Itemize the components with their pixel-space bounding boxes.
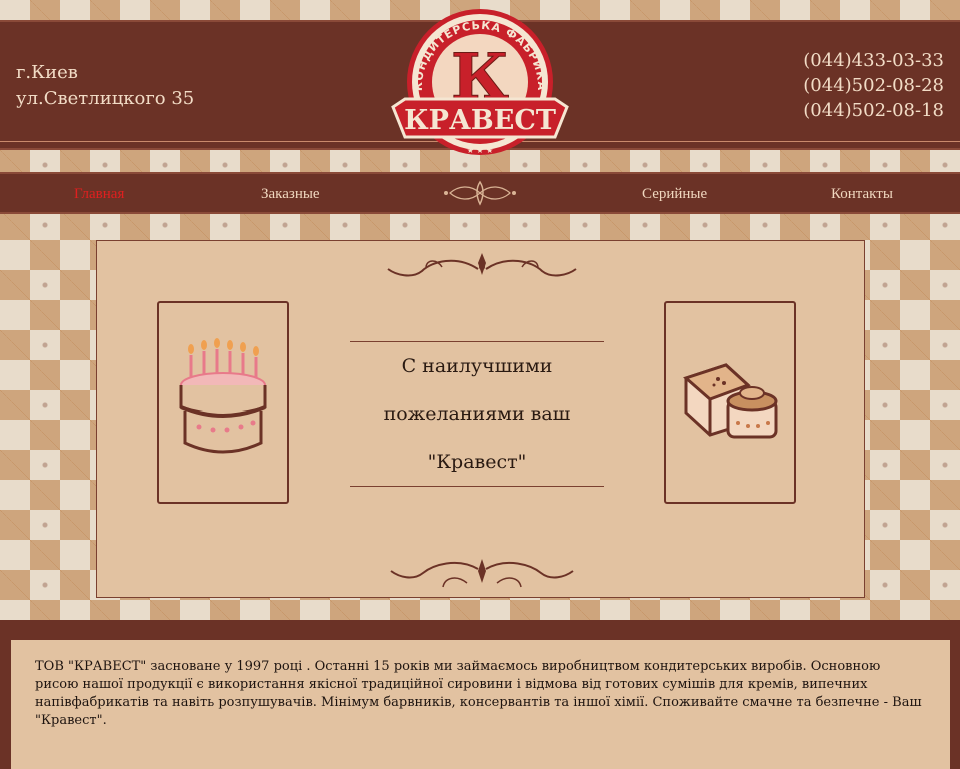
pastry-cake-icon <box>683 363 778 439</box>
ornament-top-icon <box>387 253 577 277</box>
nav-item-serial[interactable]: Серийные <box>642 186 707 203</box>
ornament-bottom-icon <box>390 559 574 588</box>
phone-number[interactable]: (044)502-08-18 <box>803 98 944 123</box>
address-block: г.Киев ул.Светлицкого 35 <box>16 60 194 112</box>
address-city: г.Киев <box>16 62 78 83</box>
ornament-icon <box>444 180 516 206</box>
phone-number[interactable]: (044)502-08-28 <box>803 73 944 98</box>
greeting-line: "Кравест" <box>427 451 527 473</box>
phone-list: (044)433-03-33 (044)502-08-28 (044)502-0… <box>803 48 944 123</box>
logo-brand-text: КРАВЕСТ <box>404 105 556 136</box>
greeting-message: С наилучшими пожеланиями ваш "Кравест" <box>350 341 604 487</box>
main-panel: С наилучшими пожеланиями ваш "Кравест" <box>96 240 865 598</box>
footer-about: ТОВ "КРАВЕСТ" засноване у 1997 році . Ос… <box>11 640 950 769</box>
cake-frame <box>157 301 289 504</box>
about-text: ТОВ "КРАВЕСТ" засноване у 1997 році . Ос… <box>35 659 922 728</box>
nav-item-home[interactable]: Главная <box>74 186 124 203</box>
phone-number[interactable]: (044)433-03-33 <box>803 48 944 73</box>
brand-logo[interactable]: КОНДИТЕРСЬКА ФАБРИКА К КРАВЕСТ ★ ★ ★ <box>385 7 575 162</box>
logo-emblem-icon: КОНДИТЕРСЬКА ФАБРИКА К КРАВЕСТ ★ ★ ★ <box>391 9 569 155</box>
main-nav: Главная Заказные Серийные Контакты <box>0 172 960 214</box>
greeting-line: пожеланиями ваш <box>383 403 571 425</box>
nav-item-contacts[interactable]: Контакты <box>831 186 893 203</box>
pastry-frame <box>664 301 796 504</box>
birthday-cake-icon <box>179 338 267 454</box>
address-street: ул.Светлицкого 35 <box>16 88 195 109</box>
nav-item-custom[interactable]: Заказные <box>261 186 320 203</box>
greeting-line: С наилучшими <box>401 355 553 377</box>
svg-text:★ ★ ★: ★ ★ ★ <box>467 146 494 155</box>
